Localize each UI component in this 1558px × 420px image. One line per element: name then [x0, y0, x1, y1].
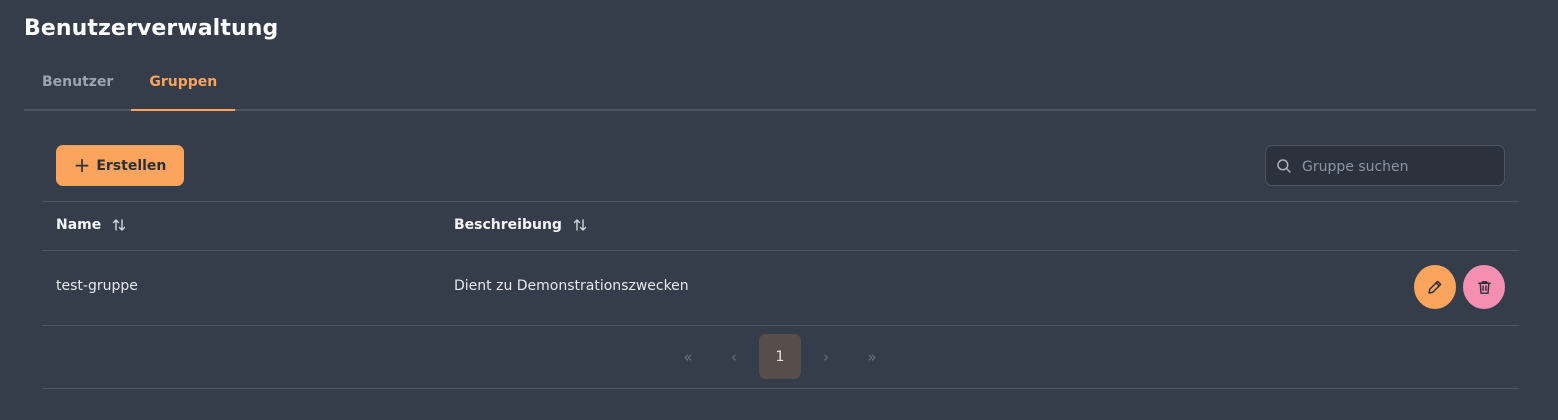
- sort-icon: [113, 219, 126, 231]
- plus-icon: +: [73, 152, 91, 177]
- search-icon: [1277, 159, 1291, 173]
- tab-bar: Benutzer Gruppen: [24, 62, 1536, 111]
- row-divider: [42, 325, 1519, 326]
- search-input[interactable]: [1300, 146, 1500, 187]
- trash-icon: [1477, 280, 1491, 294]
- header-divider: [42, 250, 1519, 251]
- next-page-button[interactable]: ›: [805, 334, 847, 379]
- page-button-current[interactable]: 1: [759, 334, 801, 379]
- pencil-icon: [1428, 280, 1442, 294]
- tab-gruppen[interactable]: Gruppen: [131, 62, 236, 111]
- create-group-button[interactable]: + Erstellen: [56, 145, 184, 186]
- edit-button[interactable]: [1414, 265, 1456, 309]
- tab-benutzer[interactable]: Benutzer: [24, 62, 131, 109]
- delete-button[interactable]: [1463, 265, 1505, 309]
- last-page-button[interactable]: »: [851, 334, 893, 379]
- first-page-button[interactable]: «: [667, 334, 709, 379]
- cell-description: Dient zu Demonstrationszwecken: [454, 278, 689, 294]
- table-top-divider: [42, 201, 1519, 202]
- column-header-label: Name: [56, 217, 102, 233]
- sort-icon: [573, 219, 587, 231]
- create-button-label: Erstellen: [96, 157, 167, 174]
- tab-label: Gruppen: [149, 74, 218, 90]
- search-box: [1265, 145, 1505, 187]
- cell-name: test-gruppe: [56, 278, 138, 294]
- table-bottom-divider: [42, 388, 1519, 389]
- column-header-description[interactable]: Beschreibung: [454, 217, 588, 233]
- pagination: « ‹ 1 › »: [42, 334, 1519, 379]
- previous-page-button[interactable]: ‹: [713, 334, 755, 379]
- column-header-name[interactable]: Name: [56, 217, 127, 233]
- column-header-label: Beschreibung: [454, 217, 562, 233]
- tab-label: Benutzer: [42, 74, 114, 90]
- page-title: Benutzerverwaltung: [24, 16, 279, 41]
